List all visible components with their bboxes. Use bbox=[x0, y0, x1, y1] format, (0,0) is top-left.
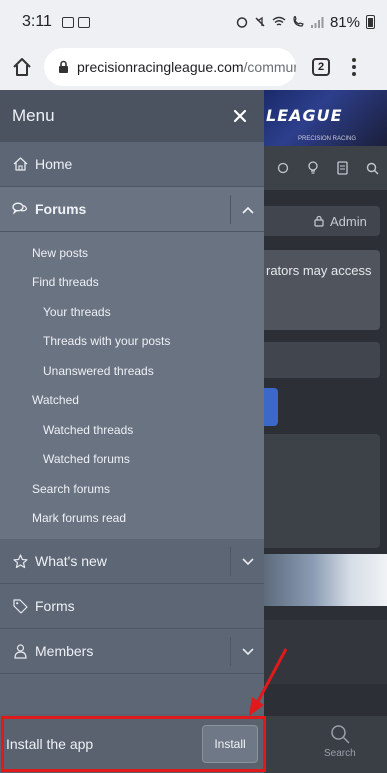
menu-item-label: Members bbox=[35, 643, 94, 659]
search-label: Search bbox=[324, 748, 356, 759]
menu-item-forms[interactable]: Forms bbox=[0, 584, 264, 629]
home-icon bbox=[13, 58, 31, 76]
bottom-nav: Search bbox=[264, 716, 387, 773]
forums-submenu: New posts Find threads Your threads Thre… bbox=[0, 232, 264, 539]
content-bar bbox=[264, 342, 380, 378]
site-logo-sub: PRECISION RACING bbox=[298, 136, 357, 142]
submenu-watched-forums[interactable]: Watched forums bbox=[0, 445, 264, 475]
url-domain: precisionracingleague.com bbox=[77, 59, 244, 75]
bottom-nav-search[interactable]: Search bbox=[324, 724, 356, 759]
chevron-down-icon bbox=[241, 557, 254, 565]
gallery-icon bbox=[61, 16, 74, 28]
submenu-find-threads[interactable]: Find threads bbox=[0, 268, 264, 298]
primary-button[interactable] bbox=[264, 388, 278, 426]
menu-drawer: Menu Home Forums New posts Find threads … bbox=[0, 90, 264, 773]
browser-menu-button[interactable] bbox=[352, 58, 356, 76]
menu-item-label: Forums bbox=[35, 201, 87, 217]
star-icon bbox=[12, 553, 28, 569]
comments-icon bbox=[12, 201, 28, 217]
lock-icon bbox=[314, 215, 324, 227]
call-icon bbox=[293, 16, 304, 27]
submenu-threads-with-your-posts[interactable]: Threads with your posts bbox=[0, 327, 264, 357]
notice-box: rators may access bbox=[264, 250, 380, 330]
status-bar: 3:11 81% bbox=[0, 0, 387, 44]
tab-switcher-button[interactable]: 2 bbox=[312, 58, 330, 76]
submenu-watched-threads[interactable]: Watched threads bbox=[0, 415, 264, 445]
submenu-new-posts[interactable]: New posts bbox=[0, 238, 264, 268]
whats-new-expand-toggle[interactable] bbox=[230, 547, 264, 576]
signal-icon bbox=[310, 17, 324, 28]
admin-label: Admin bbox=[330, 213, 367, 229]
content-block bbox=[264, 434, 380, 548]
mute-icon bbox=[255, 16, 265, 27]
tag-icon bbox=[12, 598, 28, 614]
menu-title: Menu bbox=[12, 106, 55, 125]
browser-toolbar: precisionracingleague.com/communit 2 bbox=[0, 44, 387, 90]
submenu-your-threads[interactable]: Your threads bbox=[0, 297, 264, 327]
submenu-search-forums[interactable]: Search forums bbox=[0, 474, 264, 504]
drawer-header: Menu bbox=[0, 90, 264, 142]
search-icon bbox=[331, 725, 350, 744]
submenu-watched[interactable]: Watched bbox=[0, 386, 264, 416]
menu-item-home[interactable]: Home bbox=[0, 142, 264, 187]
submenu-mark-forums-read[interactable]: Mark forums read bbox=[0, 504, 264, 534]
alarm-icon bbox=[236, 17, 248, 28]
clock: 3:11 bbox=[22, 13, 52, 30]
menu-item-forums[interactable]: Forums bbox=[0, 187, 264, 232]
chat-icon[interactable] bbox=[276, 161, 290, 175]
site-logo: LEAGUE bbox=[266, 106, 343, 125]
battery-icon bbox=[366, 15, 375, 29]
close-menu-button[interactable] bbox=[228, 104, 252, 128]
system-indicators: 81% bbox=[236, 14, 375, 31]
menu-item-label: Home bbox=[35, 156, 73, 172]
site-banner: LEAGUE PRECISION RACING bbox=[264, 90, 387, 146]
notification-icons bbox=[61, 16, 90, 28]
banner-photo bbox=[264, 554, 387, 606]
forums-collapse-toggle[interactable] bbox=[230, 195, 264, 224]
user-icon bbox=[12, 643, 28, 659]
site-nav-icons bbox=[264, 146, 387, 190]
menu-item-label: What's new bbox=[35, 553, 107, 569]
menu-item-members[interactable]: Members bbox=[0, 629, 264, 674]
submenu-unanswered-threads[interactable]: Unanswered threads bbox=[0, 356, 264, 386]
admin-link[interactable]: Admin bbox=[264, 206, 380, 236]
annotation-arrow bbox=[249, 648, 288, 716]
gallery-icon bbox=[77, 16, 90, 28]
wifi-icon bbox=[272, 16, 286, 26]
address-bar[interactable]: precisionracingleague.com/communit bbox=[44, 48, 296, 86]
highlight-box bbox=[1, 716, 266, 772]
battery-percent: 81% bbox=[329, 13, 360, 31]
document-icon[interactable] bbox=[335, 161, 349, 175]
browser-home-button[interactable] bbox=[0, 44, 44, 90]
search-icon[interactable] bbox=[365, 161, 379, 175]
menu-item-label: Forms bbox=[35, 598, 75, 614]
chevron-up-icon bbox=[241, 206, 254, 214]
menu-item-whats-new[interactable]: What's new bbox=[0, 539, 264, 584]
home-icon bbox=[12, 156, 28, 172]
close-icon bbox=[233, 109, 247, 123]
lightbulb-icon[interactable] bbox=[306, 161, 320, 175]
url-path: /communit bbox=[243, 59, 296, 75]
lock-icon bbox=[58, 60, 69, 74]
